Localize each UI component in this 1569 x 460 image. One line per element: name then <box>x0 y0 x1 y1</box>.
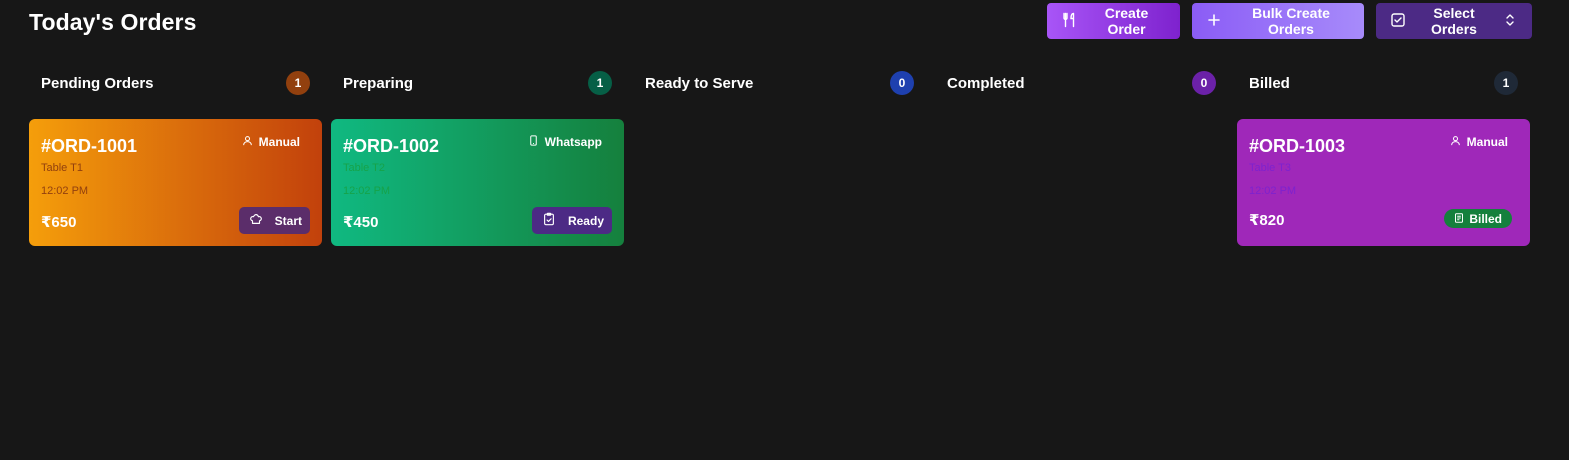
billed-status-label: Billed <box>1469 211 1502 226</box>
column-title: Ready to Serve <box>645 74 754 92</box>
order-price: ₹650 <box>41 214 77 231</box>
create-order-button[interactable]: Create Order <box>1047 3 1180 39</box>
column-title: Pending Orders <box>41 74 154 92</box>
order-time: 12:02 PM <box>41 185 89 197</box>
bulk-create-orders-button[interactable]: Bulk Create Orders <box>1192 3 1364 39</box>
order-table: Table T2 <box>343 162 385 174</box>
order-card[interactable]: #ORD-1001 Manual Table T1 12:02 PM ₹650 <box>29 119 322 246</box>
order-source: Manual <box>242 135 300 149</box>
column-count-badge: 1 <box>286 71 310 95</box>
user-icon <box>1450 135 1461 149</box>
chevron-up-down-icon <box>1502 12 1518 31</box>
column-header: Preparing 1 <box>331 70 624 96</box>
column-title: Preparing <box>343 74 414 92</box>
column-header: Ready to Serve 0 <box>633 70 926 96</box>
kanban-board: Pending Orders 1 #ORD-1001 Manual Table … <box>29 70 1530 246</box>
column-count-badge: 1 <box>1494 71 1518 95</box>
select-orders-label: Select Orders <box>1431 5 1477 37</box>
page-title: Today's Orders <box>29 9 197 35</box>
order-time: 12:02 PM <box>1249 185 1297 197</box>
order-card[interactable]: #ORD-1003 Manual Table T3 12:02 PM ₹820 <box>1237 119 1530 246</box>
order-source: Whatsapp <box>528 135 602 149</box>
order-id: #ORD-1002 <box>343 136 440 156</box>
column-billed: Billed 1 #ORD-1003 Manual Table T3 12:02… <box>1237 70 1530 246</box>
select-orders-button[interactable]: Select Orders <box>1376 3 1532 39</box>
column-header: Billed 1 <box>1237 70 1530 96</box>
column-preparing: Preparing 1 #ORD-1002 Whatsapp Table T2 … <box>331 70 624 246</box>
clipboard-check-icon <box>542 212 556 229</box>
order-source-label: Whatsapp <box>544 135 602 149</box>
column-title: Completed <box>947 74 1025 92</box>
start-label: Start <box>274 213 302 228</box>
order-source: Manual <box>1450 135 1508 149</box>
start-button[interactable]: Start <box>238 207 310 234</box>
plus-icon <box>1206 12 1222 31</box>
column-completed: Completed 0 <box>935 70 1228 246</box>
order-price: ₹820 <box>1249 212 1285 229</box>
column-count-badge: 1 <box>588 71 612 95</box>
billed-status-badge: Billed <box>1444 209 1512 228</box>
column-pending-orders: Pending Orders 1 #ORD-1001 Manual Table … <box>29 70 322 246</box>
order-source-label: Manual <box>1466 135 1508 149</box>
checkbox-icon <box>1390 12 1406 31</box>
column-ready-to-serve: Ready to Serve 0 <box>633 70 926 246</box>
column-header: Completed 0 <box>935 70 1228 96</box>
create-order-label: Create Order <box>1104 5 1149 37</box>
chef-hat-icon <box>249 212 263 229</box>
column-title: Billed <box>1249 74 1290 92</box>
order-id: #ORD-1001 <box>41 136 138 156</box>
column-count-badge: 0 <box>890 71 914 95</box>
ready-button[interactable]: Ready <box>531 207 612 234</box>
utensils-icon <box>1061 12 1077 31</box>
order-table: Table T1 <box>41 162 83 174</box>
bulk-create-label: Bulk Create Orders <box>1252 5 1330 37</box>
order-table: Table T3 <box>1249 162 1291 174</box>
order-card[interactable]: #ORD-1002 Whatsapp Table T2 12:02 PM ₹45… <box>331 119 624 246</box>
user-icon <box>242 135 253 149</box>
orders-page: Today's Orders Create Order Bulk Create … <box>0 0 1569 460</box>
order-time: 12:02 PM <box>343 185 391 197</box>
order-price: ₹450 <box>343 214 379 231</box>
phone-icon <box>528 135 539 149</box>
column-header: Pending Orders 1 <box>29 70 322 96</box>
order-source-label: Manual <box>258 135 300 149</box>
action-toolbar: Create Order Bulk Create Orders Select O… <box>1047 3 1532 39</box>
order-id: #ORD-1003 <box>1249 136 1346 156</box>
receipt-icon <box>1454 212 1464 226</box>
ready-label: Ready <box>567 213 604 228</box>
column-count-badge: 0 <box>1192 71 1216 95</box>
